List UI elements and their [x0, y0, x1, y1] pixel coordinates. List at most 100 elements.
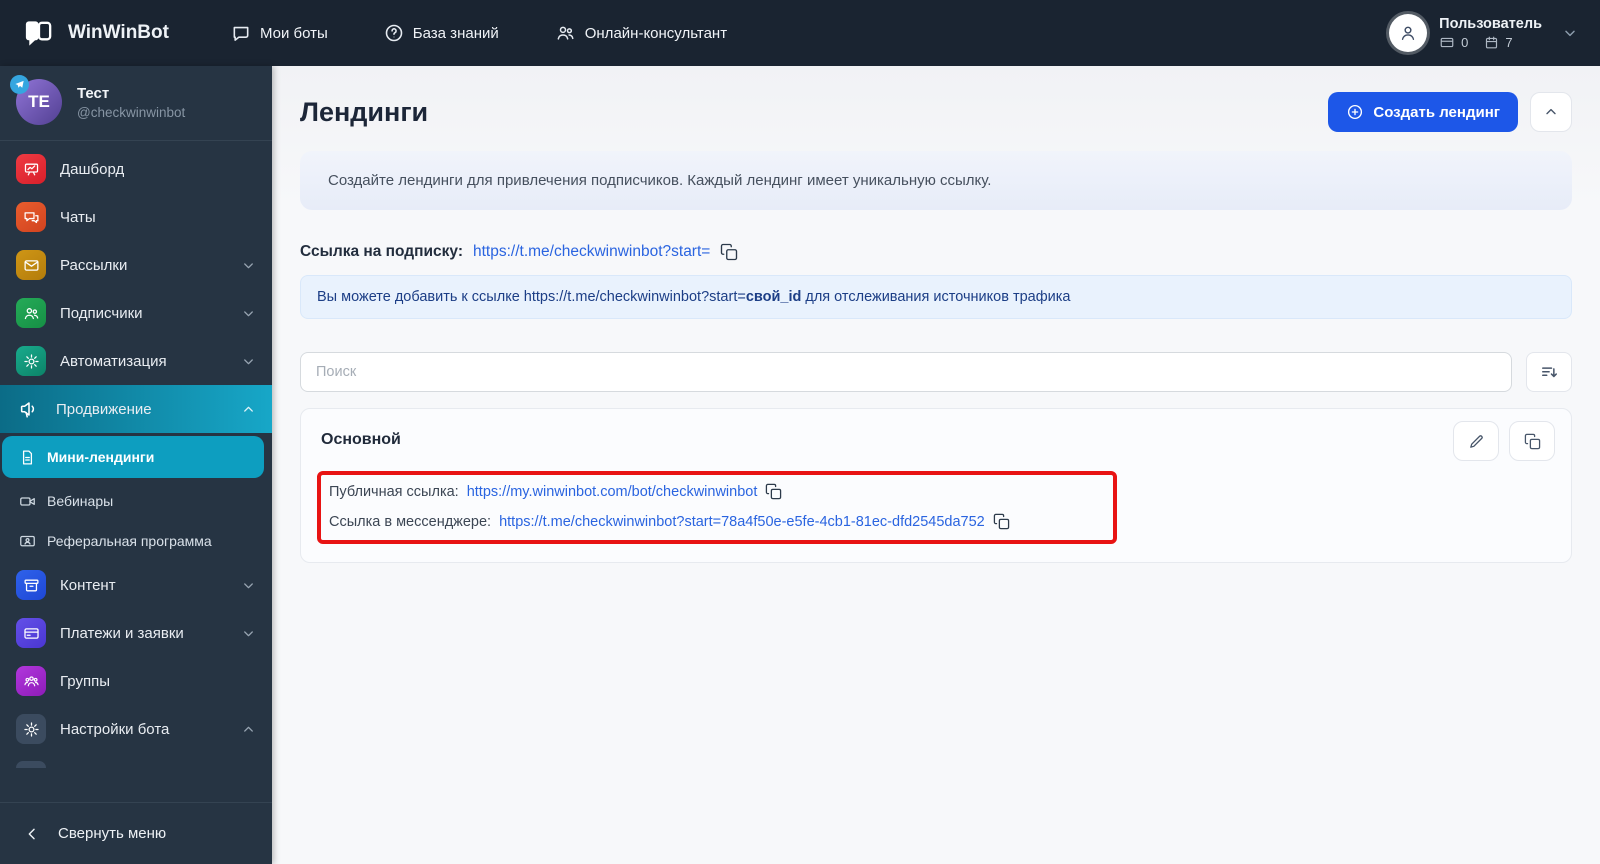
messenger-link-label: Ссылка в мессенджере:: [329, 513, 492, 530]
sidebar-subitem-referral-program[interactable]: Реферальная программа: [0, 521, 272, 561]
sidebar-item-content[interactable]: Контент: [0, 561, 272, 609]
plus-circle-icon: [1346, 103, 1364, 121]
sidebar-item-dashboard[interactable]: Дашборд: [0, 145, 272, 193]
messenger-link[interactable]: https://t.me/checkwinwinbot?start=78a4f5…: [499, 514, 985, 530]
public-link-row: Публичная ссылка: https://my.winwinbot.c…: [329, 483, 1105, 500]
wallet-icon: [1439, 35, 1455, 50]
page-header: Лендинги Создать лендинг: [300, 92, 1572, 132]
chevron-down-icon: [241, 258, 256, 273]
chevron-down-icon: [1562, 25, 1578, 41]
calendar-icon: [1484, 35, 1499, 50]
user-menu[interactable]: Пользователь 0 7: [1389, 14, 1578, 52]
chevron-up-icon: [241, 402, 256, 417]
sidebar-item-broadcasts[interactable]: Рассылки: [0, 241, 272, 289]
sidebar-item-payments[interactable]: Платежи и заявки: [0, 609, 272, 657]
chevron-down-icon: [241, 306, 256, 321]
red-annotation-rectangle: [317, 471, 1117, 544]
search-input[interactable]: [300, 352, 1512, 392]
header-actions: Создать лендинг: [1328, 92, 1572, 132]
payments-card-icon: [16, 618, 46, 648]
question-circle-icon: [384, 23, 404, 43]
sidebar-item-groups[interactable]: Группы: [0, 657, 272, 705]
chevron-down-icon: [241, 626, 256, 641]
create-landing-button[interactable]: Создать лендинг: [1328, 92, 1518, 132]
automation-gear-icon: [16, 346, 46, 376]
people-icon: [555, 23, 576, 43]
bot-handle: @checkwinwinbot: [77, 104, 186, 120]
tracking-tip: Вы можете добавить к ссылке https://t.me…: [300, 275, 1572, 319]
search-row: [300, 352, 1572, 392]
dashboard-icon: [16, 154, 46, 184]
sidebar-item-subscribers[interactable]: Подписчики: [0, 289, 272, 337]
top-navbar: WinWinBot Мои боты База знаний Онлайн-ко…: [0, 0, 1600, 66]
cutoff-menu-item-icon: [16, 761, 46, 768]
sidebar-item-automation[interactable]: Автоматизация: [0, 337, 272, 385]
public-link[interactable]: https://my.winwinbot.com/bot/checkwinwin…: [467, 484, 758, 500]
landing-card-title: Основной: [321, 431, 401, 448]
chevron-up-icon: [241, 722, 256, 737]
wallet-stat: 0: [1439, 35, 1468, 50]
copy-icon[interactable]: [720, 243, 738, 261]
top-nav-menu: Мои боты База знаний Онлайн-консультант: [231, 23, 727, 43]
sidebar-subitem-webinars[interactable]: Вебинары: [0, 481, 272, 521]
bot-name: Тест: [77, 84, 110, 102]
subscribers-icon: [16, 298, 46, 328]
chevron-up-icon: [1543, 104, 1559, 120]
collapse-menu-button[interactable]: Свернуть меню: [0, 802, 272, 864]
landing-card-header: Основной: [317, 421, 1555, 461]
user-name: Пользователь: [1439, 16, 1542, 32]
info-banner: Создайте лендинги для привлечения подпис…: [300, 151, 1572, 210]
app-shell: TE Тест @checkwinwinbot Дашборд Чаты Рас…: [0, 66, 1600, 864]
brand-logo[interactable]: WinWinBot: [22, 17, 169, 50]
telegram-badge-icon: [10, 75, 29, 94]
mail-icon: [16, 250, 46, 280]
landing-card: Основной Публичная ссылка: https://my.wi…: [300, 408, 1572, 563]
sidebar: TE Тест @checkwinwinbot Дашборд Чаты Рас…: [0, 66, 272, 864]
brand-title: WinWinBot: [68, 22, 169, 43]
copy-icon[interactable]: [993, 513, 1010, 530]
messenger-link-row: Ссылка в мессенджере: https://t.me/check…: [329, 513, 1105, 530]
chevron-down-icon: [241, 578, 256, 593]
chats-icon: [16, 202, 46, 232]
nav-item-knowledge-base[interactable]: База знаний: [384, 23, 499, 43]
chevron-down-icon: [241, 354, 256, 369]
user-stats: 0 7: [1439, 35, 1542, 50]
sort-descending-icon: [1540, 363, 1559, 382]
nav-item-online-consultant[interactable]: Онлайн-консультант: [555, 23, 727, 43]
content-box-icon: [16, 570, 46, 600]
sidebar-subitem-mini-landings[interactable]: Мини-лендинги: [2, 436, 264, 478]
document-icon: [19, 449, 36, 466]
sidebar-menu: Дашборд Чаты Рассылки Подписчики Автомат…: [0, 141, 272, 802]
landing-links-block: Публичная ссылка: https://my.winwinbot.c…: [317, 471, 1117, 544]
subscription-link-row: Ссылка на подписку: https://t.me/checkwi…: [300, 243, 1572, 261]
app-window: WinWinBot Мои боты База знаний Онлайн-ко…: [0, 0, 1600, 864]
sidebar-item-chats[interactable]: Чаты: [0, 193, 272, 241]
page-title: Лендинги: [300, 96, 429, 127]
nav-item-my-bots[interactable]: Мои боты: [231, 23, 328, 43]
winwinbot-logo-icon: [22, 17, 55, 50]
chat-bubble-icon: [231, 23, 251, 43]
chevron-left-icon: [24, 826, 40, 842]
collapse-panel-button[interactable]: [1530, 92, 1572, 132]
copy-icon[interactable]: [765, 483, 782, 500]
sidebar-item-bot-settings[interactable]: Настройки бота: [0, 705, 272, 753]
bot-profile-text: Тест @checkwinwinbot: [77, 85, 185, 120]
referral-monitor-icon: [19, 533, 36, 550]
main-content: Лендинги Создать лендинг Создайте лендин…: [272, 66, 1600, 864]
bot-profile[interactable]: TE Тест @checkwinwinbot: [0, 66, 272, 141]
duplicate-landing-button[interactable]: [1509, 421, 1555, 461]
pencil-icon: [1468, 433, 1485, 450]
settings-gear-icon: [16, 714, 46, 744]
days-stat: 7: [1484, 35, 1513, 50]
user-avatar: [1389, 14, 1428, 52]
subscription-label: Ссылка на подписку:: [300, 243, 463, 260]
groups-icon: [16, 666, 46, 696]
copy-icon: [1524, 433, 1541, 450]
video-camera-icon: [19, 493, 36, 510]
public-link-label: Публичная ссылка:: [329, 483, 459, 500]
edit-landing-button[interactable]: [1453, 421, 1499, 461]
sort-button[interactable]: [1526, 352, 1572, 392]
user-info: Пользователь 0 7: [1439, 16, 1542, 50]
sidebar-item-promotion[interactable]: Продвижение: [0, 385, 272, 433]
subscription-link[interactable]: https://t.me/checkwinwinbot?start=: [473, 243, 710, 261]
